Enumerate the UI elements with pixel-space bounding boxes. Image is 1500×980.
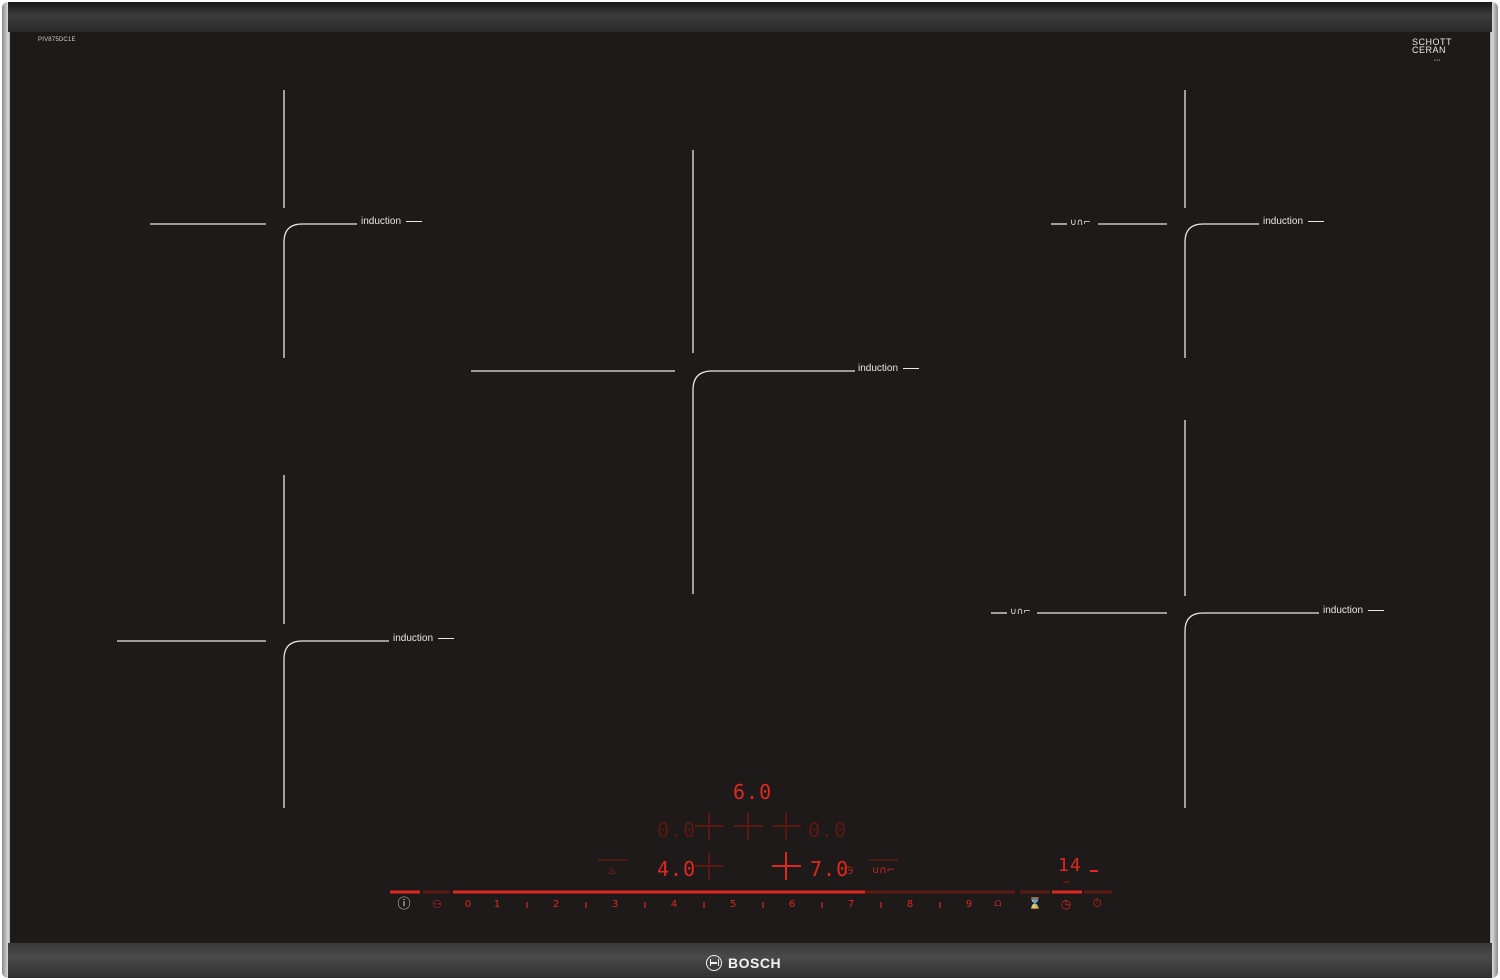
power-level-7[interactable]: 7 <box>845 899 857 911</box>
power-level-2[interactable]: 2 <box>550 899 562 911</box>
power-level-6[interactable]: 6 <box>786 899 798 911</box>
power-level-5[interactable]: 5 <box>727 899 739 911</box>
zone-timer-icon[interactable]: ◷ <box>842 865 856 877</box>
frying-sensor-icon[interactable]: ♨ <box>604 866 620 878</box>
power-level-3[interactable]: 3 <box>609 899 621 911</box>
boost-icon[interactable]: ⩍ <box>989 897 1007 909</box>
child-lock-icon[interactable]: ⚇ <box>428 899 446 911</box>
power-level-0[interactable]: 0 <box>462 899 474 911</box>
brand-name: BOSCH <box>728 955 782 971</box>
wipe-protection-icon[interactable]: ⌛ <box>1028 898 1042 910</box>
power-icon[interactable]: ⓘ <box>396 898 412 911</box>
power-level-9[interactable]: 9 <box>963 899 975 911</box>
power-level-1[interactable]: 1 <box>491 899 503 911</box>
power-level-4[interactable]: 4 <box>668 899 680 911</box>
timer-icon[interactable]: ◷ <box>1058 898 1074 910</box>
zone-selector-crosses <box>390 813 1112 908</box>
stopwatch-icon[interactable]: ⏱ <box>1089 897 1105 909</box>
power-level-8[interactable]: 8 <box>904 899 916 911</box>
bosch-brand: BOSCH <box>706 953 781 973</box>
flex-zone-icon[interactable]: ∪∩⌐ <box>872 865 895 877</box>
bosch-logo-icon <box>706 955 722 971</box>
